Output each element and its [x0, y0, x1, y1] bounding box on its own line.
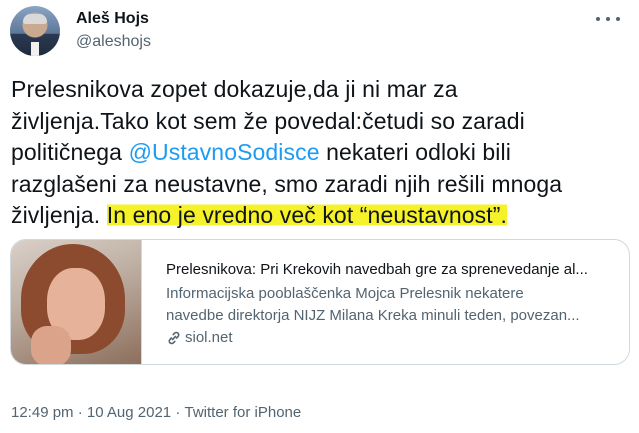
avatar-shirt — [31, 42, 39, 56]
meta-separator: · — [73, 404, 87, 421]
tweet-time[interactable]: 12:49 pm — [11, 404, 74, 421]
card-description-line: navedbe direktorja NIJZ Milana Kreka min… — [166, 307, 580, 324]
author-handle[interactable]: @aleshojs — [76, 33, 151, 51]
tweet-text-fragment: nekateri odloki bili — [319, 139, 511, 165]
tweet-text-fragment: življenja. — [11, 202, 107, 228]
more-dot — [616, 17, 620, 21]
card-thumbnail[interactable] — [11, 240, 142, 364]
highlighted-text: In eno je vredno več kot “neustavnost”. — [106, 202, 507, 228]
link-icon — [168, 331, 180, 344]
author-avatar[interactable] — [10, 6, 60, 56]
card-domain[interactable]: siol.net — [166, 329, 233, 346]
mention-link[interactable]: @UstavnoSodisce — [129, 139, 320, 165]
tweet-text-fragment: političnega — [11, 139, 129, 165]
more-options-icon[interactable] — [596, 12, 620, 26]
card-description: Informacijska pooblaščenka Mojca Prelesn… — [166, 283, 621, 327]
meta-separator: · — [171, 404, 185, 421]
card-title[interactable]: Prelesnikova: Pri Krekovih navedbah gre … — [166, 261, 616, 278]
tweet-line: političnega @UstavnoSodisce nekateri odl… — [11, 137, 611, 169]
tweet-date[interactable]: 10 Aug 2021 — [87, 404, 171, 421]
author-name[interactable]: Aleš Hojs — [76, 10, 149, 28]
tweet-text-fragment: življenja.Tako kot sem že povedal:četudi… — [11, 107, 525, 134]
tweet-text: Prelesnikova zopet dokazuje,da ji ni mar… — [11, 74, 611, 232]
link-preview-card[interactable]: Prelesnikova: Pri Krekovih navedbah gre … — [10, 239, 630, 365]
tweet-line: Prelesnikova zopet dokazuje,da ji ni mar… — [11, 76, 458, 102]
tweet-line: življenja. In eno je vredno več kot “neu… — [11, 200, 611, 232]
tweet-meta: 12:49 pm · 10 Aug 2021 · Twitter for iPh… — [11, 404, 301, 421]
card-description-line: Informacijska pooblaščenka Mojca Prelesn… — [166, 285, 524, 302]
card-domain-text: siol.net — [185, 329, 233, 346]
avatar-hair — [23, 14, 47, 24]
more-dot — [596, 17, 600, 21]
tweet-line: življenja.Tako kot sem že povedal:četudi… — [11, 106, 611, 138]
tweet-source[interactable]: Twitter for iPhone — [185, 404, 302, 421]
thumbnail-hand — [31, 326, 71, 364]
more-dot — [606, 17, 610, 21]
tweet-line: razglašeni za neustavne, smo zaradi njih… — [11, 170, 563, 197]
